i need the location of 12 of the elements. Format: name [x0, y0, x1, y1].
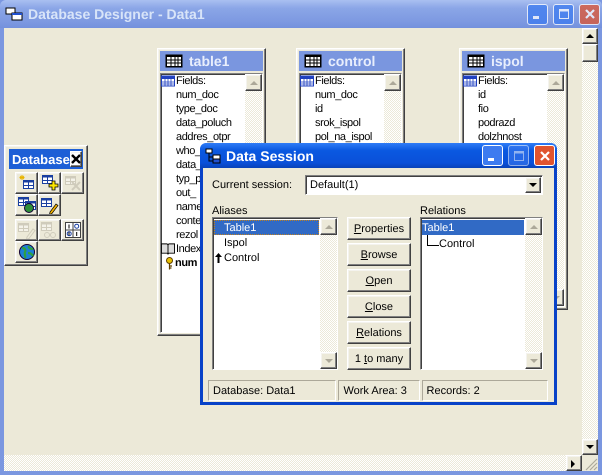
toolbar-title: Database [12, 152, 70, 166]
table-name: control [328, 53, 376, 69]
status-panel: Work Area: 3 [338, 380, 420, 401]
status-panel: Database: Data1 [208, 380, 336, 401]
status-panel: Records: 2 [422, 380, 548, 401]
window-title: Database Designer - Data1 [28, 6, 206, 22]
table-name: table1 [189, 53, 230, 69]
dialog-title: Data Session [226, 148, 315, 164]
session-label: Current session: [212, 179, 294, 191]
relations-label: Relations [420, 205, 467, 217]
table-name: ispol [491, 53, 524, 69]
aliases-label: Aliases [212, 205, 248, 217]
